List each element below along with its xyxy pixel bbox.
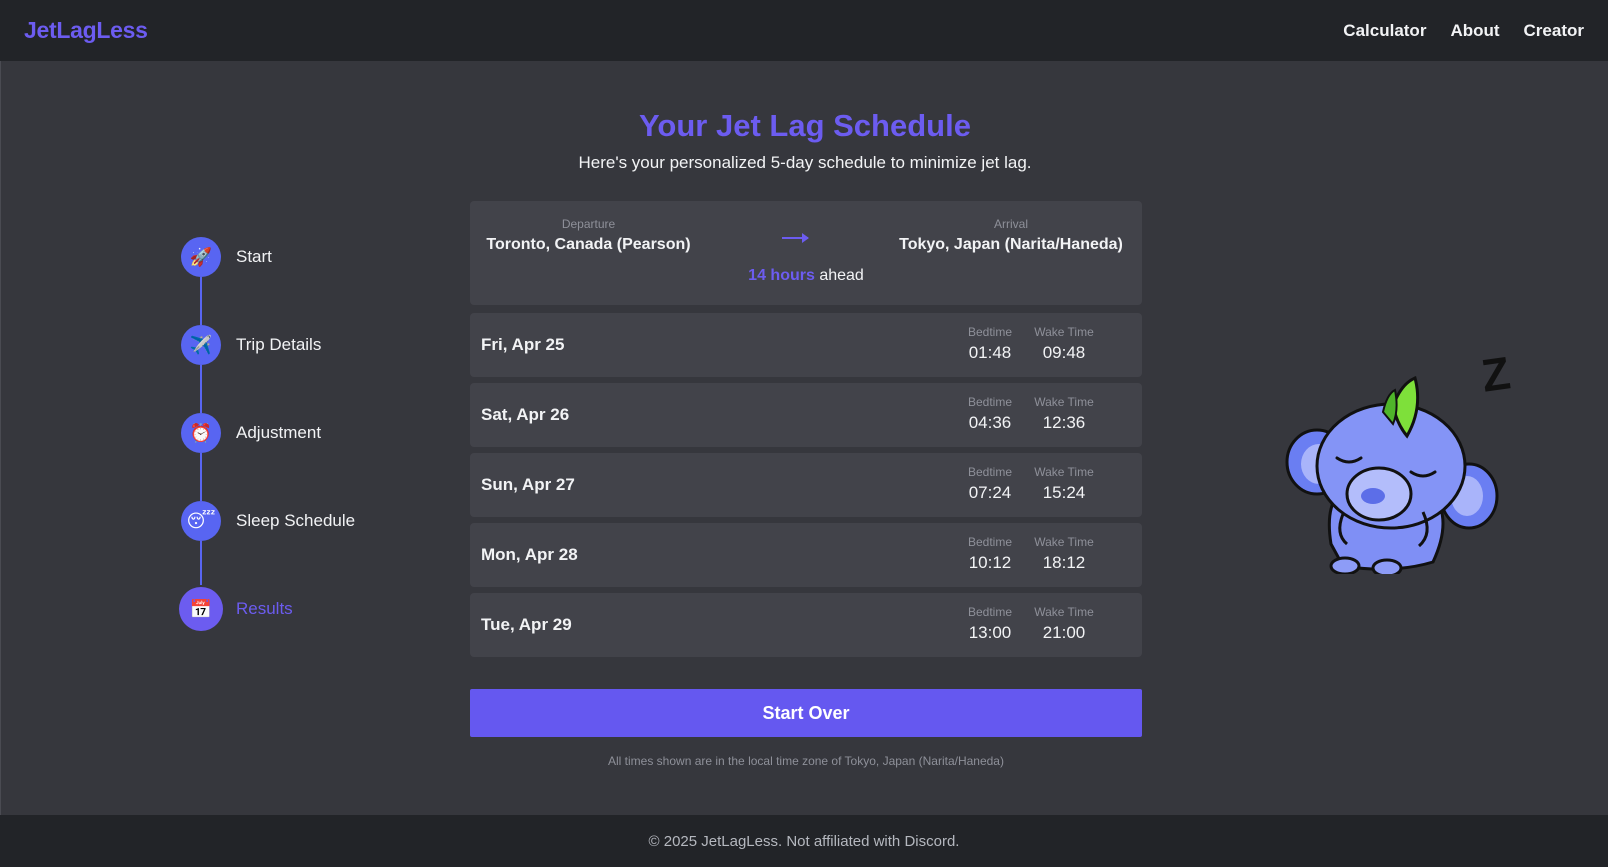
arrow-right-icon (782, 233, 809, 243)
day-date: Fri, Apr 25 (481, 335, 565, 354)
bedtime-block: Bedtime 01:48 (958, 325, 1022, 363)
bedtime-caption: Bedtime (967, 535, 1013, 549)
zzz-icon: Z (1478, 346, 1513, 401)
step-adjustment[interactable]: ⏰ Adjustment (181, 413, 441, 453)
wake-time-value: 18:12 (1042, 553, 1086, 572)
logo[interactable]: JetLagLess (24, 17, 148, 44)
nav-link-about[interactable]: About (1450, 21, 1499, 41)
step-label: Results (236, 599, 293, 618)
bedtime-block: Bedtime 07:24 (958, 465, 1022, 503)
bedtime-caption: Bedtime (967, 465, 1013, 479)
wake-time-value: 15:24 (1042, 483, 1086, 502)
alarm-clock-icon: ⏰ (181, 413, 221, 453)
step-trip-details[interactable]: ✈️ Trip Details (181, 325, 441, 365)
wake-time-value: 21:00 (1042, 623, 1086, 642)
bedtime-value: 01:48 (968, 343, 1012, 362)
footer: © 2025 JetLagLess. Not affiliated with D… (0, 815, 1608, 867)
step-results[interactable]: 📅 Results (179, 587, 441, 631)
bedtime-caption: Bedtime (967, 605, 1013, 619)
arrival-block: Arrival Tokyo, Japan (Narita/Haneda) (896, 217, 1126, 254)
rocket-icon: 🚀 (181, 237, 221, 277)
time-offset-suffix: ahead (819, 267, 864, 284)
schedule-day-row: Sun, Apr 27 Bedtime 07:24 Wake Time 15:2… (470, 453, 1142, 517)
departure-block: Departure Toronto, Canada (Pearson) (486, 217, 691, 254)
step-connector (200, 453, 202, 501)
day-date: Sun, Apr 27 (481, 475, 575, 494)
time-offset: 14 hours ahead (470, 267, 1142, 285)
wake-time-block: Wake Time 21:00 (1027, 605, 1101, 643)
step-start[interactable]: 🚀 Start (181, 237, 441, 277)
page-title: Your Jet Lag Schedule (639, 108, 971, 143)
arrival-caption: Arrival (993, 217, 1028, 231)
nav-link-calculator[interactable]: Calculator (1343, 21, 1426, 41)
bedtime-block: Bedtime 04:36 (958, 395, 1022, 433)
wake-time-caption: Wake Time (1034, 325, 1094, 339)
arrival-location: Tokyo, Japan (Narita/Haneda) (899, 236, 1123, 253)
wake-time-caption: Wake Time (1034, 465, 1094, 479)
bedtime-caption: Bedtime (967, 395, 1013, 409)
wake-time-block: Wake Time 18:12 (1027, 535, 1101, 573)
bedtime-block: Bedtime 10:12 (958, 535, 1022, 573)
schedule-day-row: Tue, Apr 29 Bedtime 13:00 Wake Time 21:0… (470, 593, 1142, 657)
bedtime-value: 10:12 (968, 553, 1012, 572)
sleeping-face-icon: 😴 (181, 501, 221, 541)
route-summary-card: Departure Toronto, Canada (Pearson) Arri… (470, 201, 1142, 305)
bedtime-value: 07:24 (968, 483, 1012, 502)
sleeping-koala-mascot-icon: Z (1283, 344, 1523, 578)
wake-time-caption: Wake Time (1034, 395, 1094, 409)
timezone-note: All times shown are in the local time zo… (608, 754, 1004, 768)
wake-time-caption: Wake Time (1034, 535, 1094, 549)
wake-time-value: 12:36 (1042, 413, 1086, 432)
step-label: Adjustment (236, 423, 322, 442)
page-subtitle: Here's your personalized 5-day schedule … (578, 153, 1032, 172)
schedule-day-row: Sat, Apr 26 Bedtime 04:36 Wake Time 12:3… (470, 383, 1142, 447)
departure-location: Toronto, Canada (Pearson) (486, 236, 691, 253)
top-navbar: JetLagLess Calculator About Creator (0, 0, 1608, 61)
nav-link-creator[interactable]: Creator (1524, 21, 1584, 41)
bedtime-caption: Bedtime (967, 325, 1013, 339)
main-content: Your Jet Lag Schedule Here's your person… (0, 61, 1608, 815)
schedule-day-row: Fri, Apr 25 Bedtime 01:48 Wake Time 09:4… (470, 313, 1142, 377)
step-sleep-schedule[interactable]: 😴 Sleep Schedule (181, 501, 441, 541)
wake-time-block: Wake Time 09:48 (1027, 325, 1101, 363)
airplane-icon: ✈️ (181, 325, 221, 365)
start-over-button[interactable]: Start Over (470, 689, 1142, 737)
step-connector (200, 277, 202, 325)
footer-text: © 2025 JetLagLess. Not affiliated with D… (648, 832, 960, 850)
departure-caption: Departure (561, 217, 616, 231)
step-connector (200, 541, 202, 585)
wake-time-block: Wake Time 15:24 (1027, 465, 1101, 503)
schedule-day-row: Mon, Apr 28 Bedtime 10:12 Wake Time 18:1… (470, 523, 1142, 587)
step-label: Trip Details (236, 335, 322, 354)
day-date: Mon, Apr 28 (481, 545, 578, 564)
wake-time-caption: Wake Time (1034, 605, 1094, 619)
step-label: Start (236, 247, 272, 266)
wake-time-value: 09:48 (1042, 343, 1086, 362)
step-label: Sleep Schedule (236, 511, 356, 530)
day-date: Sat, Apr 26 (481, 405, 570, 424)
bedtime-value: 13:00 (968, 623, 1012, 642)
bedtime-block: Bedtime 13:00 (958, 605, 1022, 643)
day-date: Tue, Apr 29 (481, 615, 572, 634)
calendar-icon: 📅 (179, 587, 223, 631)
bedtime-value: 04:36 (968, 413, 1012, 432)
wake-time-block: Wake Time 12:36 (1027, 395, 1101, 433)
step-connector (200, 365, 202, 413)
time-offset-value: 14 hours (748, 267, 815, 284)
nav-links: Calculator About Creator (1343, 21, 1584, 41)
